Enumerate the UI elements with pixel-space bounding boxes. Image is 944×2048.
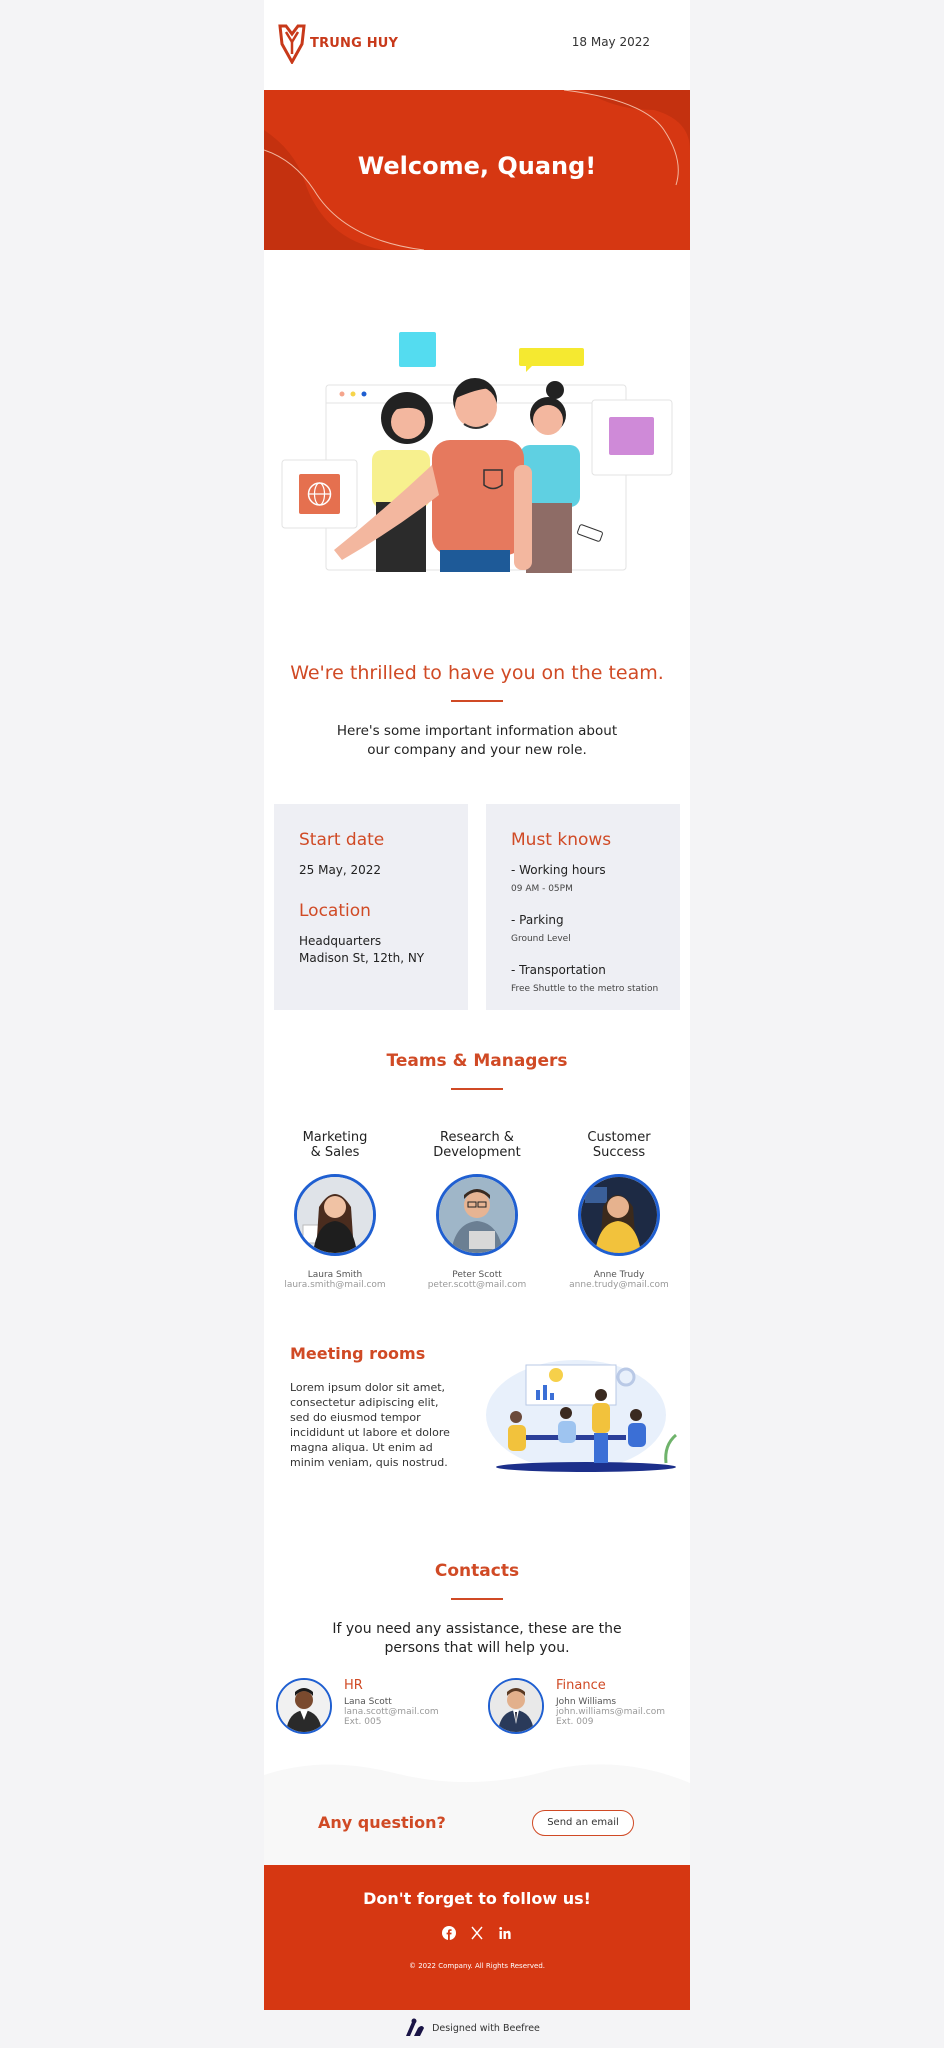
manager-name: Peter Scott [452,1270,502,1280]
must-knows-item: - Transportation Free Shuttle to the met… [511,962,680,998]
manager-name: Anne Trudy [593,1270,645,1280]
must-knows-item-detail: Free Shuttle to the metro station [511,984,659,994]
team-illustration [264,250,690,670]
location-line-2: Madison St, 12th, NY [299,951,425,965]
contact-info: HR Lana Scott lana.scott@mail.com Ext. 0… [344,1678,439,1734]
team-department: Research & Development [406,1130,548,1174]
meeting-rooms-text: Lorem ipsum dolor sit amet, consectetur … [290,1381,450,1469]
logo-text: TRUNG HUY [310,35,399,51]
manager-email[interactable]: anne.trudy@mail.com [548,1280,690,1290]
teams-title: Teams & Managers [386,1051,568,1071]
contact-extension: Ext. 009 [556,1717,594,1727]
contact-extension: Ext. 005 [344,1717,382,1727]
email-container: TRUNG HUY 18 May 2022 Welcome, Quang! We… [264,0,690,2010]
manager-photo-icon [297,1177,373,1253]
contact-avatar [276,1678,332,1734]
team-people-illustration [281,332,673,573]
contact-role: HR [344,1678,363,1693]
contact-name: John Williams [556,1697,617,1707]
start-date-value: 25 May, 2022 [299,863,382,877]
contact-email[interactable]: john.williams@mail.com [556,1707,665,1717]
contact-photo-icon [490,1680,542,1732]
send-email-button[interactable]: Send an email [532,1810,634,1836]
team-department: Customer Success [548,1130,690,1174]
department-line: Marketing [302,1130,368,1145]
contact-hr: HR Lana Scott lana.scott@mail.com Ext. 0… [276,1678,439,1734]
question-section: Any question? Send an email [264,1755,690,1865]
manager-email[interactable]: laura.smith@mail.com [264,1280,406,1290]
x-icon[interactable] [470,1926,484,1940]
contact-photo-icon [278,1680,330,1732]
hero-banner: Welcome, Quang! [264,90,690,250]
social-links [264,1926,690,1940]
department-line: Development [433,1145,521,1160]
beefree-badge[interactable]: Designed with Beefree [0,2018,944,2038]
manager-email[interactable]: peter.scott@mail.com [406,1280,548,1290]
manager-photo-icon [581,1177,657,1253]
must-knows-card: Must knows - Working hours 09 AM - 05PM … [486,804,680,1010]
beefree-logo-icon [406,2018,425,2036]
must-knows-item: - Parking Ground Level [511,912,680,948]
meeting-rooms-title: Meeting rooms [290,1344,426,1363]
intro-text: Here's some important information about … [336,723,618,758]
must-knows-item-detail: Ground Level [511,934,571,944]
email-date: 18 May 2022 [571,35,650,49]
start-date-card: Start date 25 May, 2022 Location Headqua… [274,804,468,1010]
divider [451,1088,503,1090]
contact-name: Lana Scott [344,1697,392,1707]
department-line: Customer [587,1130,651,1145]
email-header: TRUNG HUY 18 May 2022 [264,0,690,90]
email-footer: Don't forget to follow us! © 2022 Compan… [264,1865,690,2010]
contact-avatar [488,1678,544,1734]
facebook-icon[interactable] [442,1926,456,1940]
hero-title: Welcome, Quang! [357,152,597,180]
any-question-title: Any question? [318,1813,446,1832]
beefree-text: Designed with Beefree [432,2022,540,2034]
department-line: Success [592,1145,646,1160]
must-knows-item-label: - Transportation [511,963,606,977]
manager-avatar [436,1174,518,1256]
manager-avatar [578,1174,660,1256]
linkedin-icon[interactable] [498,1926,512,1940]
manager-avatar [294,1174,376,1256]
department-line: Research & [440,1130,514,1145]
manager-name: Laura Smith [307,1270,363,1280]
must-knows-item-label: - Parking [511,913,564,927]
location-title: Location [299,901,371,921]
shield-logo-icon [278,24,306,64]
contact-role: Finance [556,1678,606,1693]
brand-logo[interactable]: TRUNG HUY [276,22,398,64]
copyright-text: © 2022 Company. All Rights Reserved. [408,1962,546,1970]
department-line: & Sales [310,1145,360,1160]
meeting-illustration [486,1360,678,1472]
contact-finance: Finance John Williams john.williams@mail… [488,1678,665,1734]
manager-photo-icon [439,1177,515,1253]
location-line-1: Headquarters [299,934,382,948]
team-department: Marketing & Sales [264,1130,406,1174]
follow-us-title: Don't forget to follow us! [363,1889,591,1908]
must-knows-item: - Working hours 09 AM - 05PM [511,862,680,898]
divider [451,1598,503,1600]
contact-email[interactable]: lana.scott@mail.com [344,1707,439,1717]
wave-divider [264,1755,690,1783]
team-card-marketing: Marketing & Sales Laura Smith laura.smit… [264,1130,406,1290]
must-knows-item-label: - Working hours [511,863,606,877]
must-knows-title: Must knows [511,830,612,850]
must-knows-item-detail: 09 AM - 05PM [511,884,573,894]
contacts-title: Contacts [434,1561,520,1581]
team-card-customer-success: Customer Success Anne Trudy anne.trudy@m… [548,1130,690,1290]
divider [451,700,503,702]
welcome-headline: We're thrilled to have you on the team. [290,662,664,684]
contacts-intro: If you need any assistance, these are th… [332,1621,622,1656]
team-card-research: Research & Development Peter Scott peter… [406,1130,548,1290]
contact-info: Finance John Williams john.williams@mail… [556,1678,665,1734]
start-date-title: Start date [299,830,385,850]
